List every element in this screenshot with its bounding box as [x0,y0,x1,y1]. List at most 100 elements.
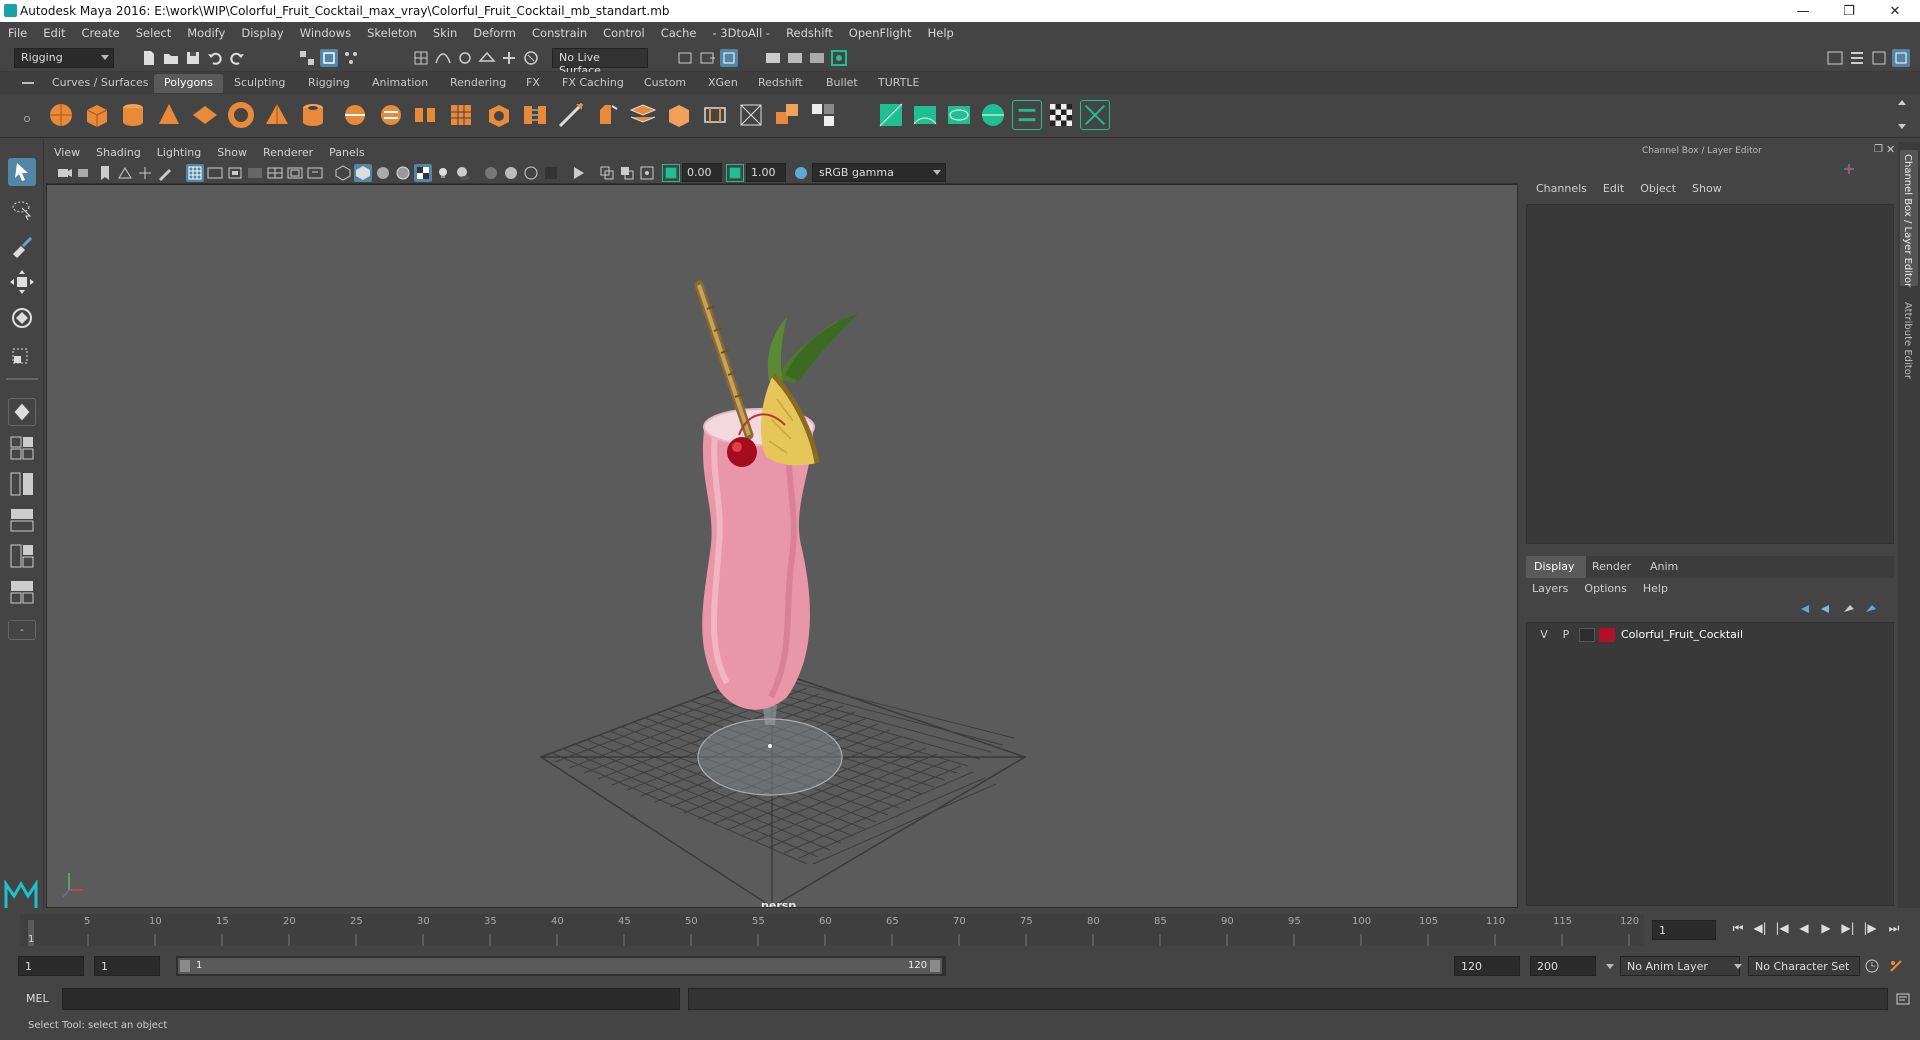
wireframe-on-shaded-icon[interactable] [394,164,412,182]
play-backwards-icon[interactable]: ◀ [1796,920,1812,936]
persp-outliner-layout-icon[interactable] [8,506,36,534]
menu-edit[interactable]: Edit [35,26,73,40]
snap-point-icon[interactable] [456,49,474,67]
uv-editor-icon[interactable] [876,100,906,130]
tab-display[interactable]: Display [1526,556,1586,578]
gamma-icon[interactable] [726,164,744,182]
range-end-grip[interactable] [930,960,940,972]
tab-anim[interactable]: Anim [1650,560,1678,573]
hypershade-icon[interactable] [830,49,848,67]
tab-polygons[interactable]: Polygons [154,74,223,93]
live-surface-field[interactable]: No Live Surface [552,48,648,77]
tab-bullet[interactable]: Bullet [816,74,868,93]
textured-icon[interactable] [414,164,432,182]
automatic-map-icon[interactable] [1012,100,1042,130]
menu-file[interactable]: File [0,26,35,40]
new-scene-icon[interactable] [140,49,158,67]
snap-grid-icon[interactable] [412,49,430,67]
isolate-select-icon[interactable] [570,164,588,182]
menu-constrain[interactable]: Constrain [524,26,595,40]
range-slider[interactable]: 1 120 [176,956,946,976]
checker-map-icon[interactable] [1046,100,1076,130]
select-camera-icon[interactable] [56,164,74,182]
planar-map-icon[interactable] [910,100,940,130]
construction-history-icon[interactable] [720,49,738,67]
redo-icon[interactable] [228,49,246,67]
select-component-icon[interactable] [342,49,360,67]
cylindrical-map-icon[interactable] [944,100,974,130]
poly-cube-icon[interactable] [82,100,112,130]
play-forwards-icon[interactable]: ▶ [1818,920,1834,936]
move-tool-icon[interactable] [8,268,36,296]
menu-display[interactable]: Display [233,26,291,40]
camera-attributes-icon[interactable] [76,164,94,182]
playback-end-field[interactable]: 120 [1454,956,1520,976]
rotate-tool-icon[interactable] [8,304,36,332]
field-chart-icon[interactable] [266,164,284,182]
chevron-down-icon[interactable] [1606,964,1614,969]
undo-icon[interactable] [206,49,224,67]
chevron-down-icon[interactable] [1734,964,1742,969]
poly-pyramid-icon[interactable] [262,100,292,130]
gate-mask-icon[interactable] [246,164,264,182]
anti-aliasing-icon[interactable] [522,164,540,182]
animation-preferences-icon[interactable] [1888,958,1904,974]
script-editor-icon[interactable] [1896,992,1910,1006]
menu-skin[interactable]: Skin [425,26,465,40]
color-space-dropdown[interactable]: sRGB gamma [812,163,946,182]
viewport-menu-panels[interactable]: Panels [321,146,372,159]
smooth-icon[interactable] [446,100,476,130]
gamma-field[interactable]: 1.00 [746,163,786,182]
four-view-layout-icon[interactable] [8,470,36,498]
render-frame-icon[interactable] [764,49,782,67]
color-management-icon[interactable] [792,164,810,182]
2d-pan-zoom-icon[interactable] [136,164,154,182]
float-panel-icon[interactable]: ❐ [1874,144,1883,155]
poly-cone-icon[interactable] [154,100,184,130]
image-plane-icon[interactable] [116,164,134,182]
tab-animation[interactable]: Animation [362,74,438,93]
range-start-grip[interactable] [180,960,190,972]
open-scene-icon[interactable] [162,49,180,67]
tab-rigging[interactable]: Rigging [298,74,360,93]
tab-attribute-editor[interactable]: Attribute Editor [1900,298,1918,398]
move-layer-up-icon[interactable] [1798,602,1812,616]
layer-row[interactable]: V P Colorful_Fruit_Cocktail [1529,625,1891,645]
go-to-start-icon[interactable]: ⏮ [1730,920,1746,936]
toggle-attribute-editor-icon[interactable] [1848,49,1866,67]
menu-windows[interactable]: Windows [292,26,359,40]
workspace-icon[interactable] [1826,49,1844,67]
menu-help[interactable]: Help [920,26,962,40]
motion-blur-icon[interactable] [502,164,520,182]
layer-name[interactable]: Colorful_Fruit_Cocktail [1621,628,1743,641]
create-layer-from-selected-icon[interactable] [1864,602,1878,616]
poly-cylinder-icon[interactable] [118,100,148,130]
poly-plane-icon[interactable] [190,100,220,130]
menu-options[interactable]: Options [1576,582,1634,595]
time-slider-track[interactable]: 1 5 10 15 20 25 30 35 40 45 50 55 60 65 … [20,914,1644,946]
shelf-scroll-down-icon[interactable] [1898,124,1906,129]
menuset-dropdown[interactable]: Rigging [14,48,114,68]
viewport-menu-renderer[interactable]: Renderer [255,146,321,159]
bookmarks-icon[interactable] [96,164,114,182]
snap-live-icon[interactable] [500,49,518,67]
manipulator-icon[interactable] [1842,162,1856,176]
auto-key-icon[interactable] [1864,958,1880,974]
bevel-icon[interactable] [664,100,694,130]
snap-surface-icon[interactable] [522,49,540,67]
extract-icon[interactable] [410,100,440,130]
menu-select[interactable]: Select [128,26,179,40]
poly-sphere-icon[interactable] [46,100,76,130]
menu-edit-channels[interactable]: Edit [1595,182,1632,195]
offset-loop-icon[interactable] [700,100,730,130]
layer-color-swatch[interactable] [1599,628,1615,642]
tab-sculpting[interactable]: Sculpting [224,74,295,93]
resolution-gate-icon[interactable] [226,164,244,182]
target-weld-icon[interactable] [736,100,766,130]
cut-uv-icon[interactable] [1080,100,1110,130]
scale-tool-icon[interactable] [8,340,36,368]
range-slider-handle[interactable]: 1 120 [178,958,942,974]
tab-xgen[interactable]: XGen [698,74,748,93]
animation-start-field[interactable]: 1 [18,956,84,976]
viewport-menu-show[interactable]: Show [209,146,255,159]
